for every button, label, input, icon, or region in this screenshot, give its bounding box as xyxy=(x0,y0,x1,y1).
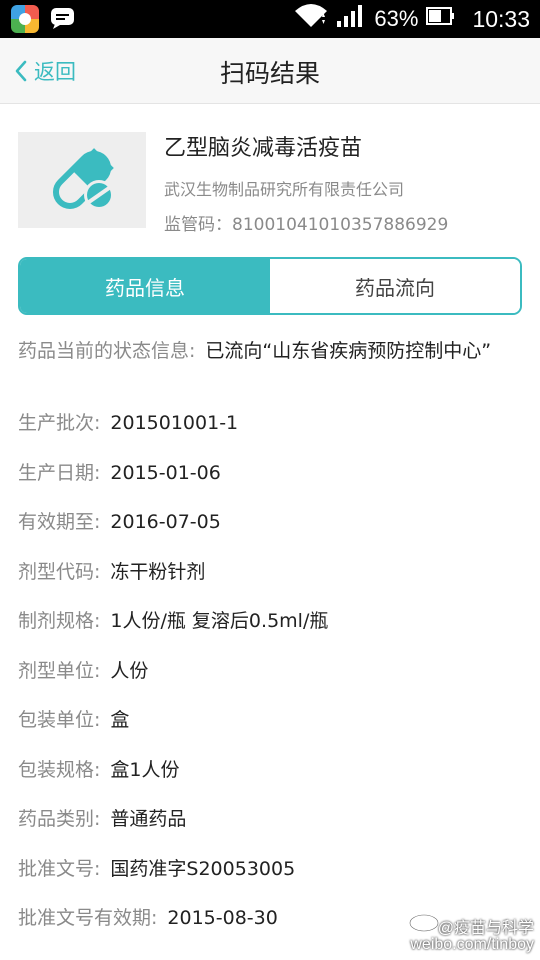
detail-row-package-unit: 包装单位: 盒 xyxy=(18,707,522,757)
detail-key: 生产批次: xyxy=(18,412,101,434)
message-icon xyxy=(49,6,76,30)
detail-value: 已流向“山东省疾病预防控制中心” xyxy=(205,340,492,362)
supervision-code: 监管码：81001041010357886929 xyxy=(164,215,449,235)
detail-row-approval-number: 批准文号: 国药准字S20053005 xyxy=(18,856,522,906)
detail-row-expiry: 有效期至: 2016-07-05 xyxy=(18,509,522,559)
detail-key: 生产日期: xyxy=(18,461,101,484)
battery-icon xyxy=(426,5,456,33)
pill-icon xyxy=(52,148,114,210)
detail-key: 制剂规格: xyxy=(18,610,101,632)
title-bar: 返回 扫码结果 xyxy=(0,38,540,104)
detail-row-production-date: 生产日期: 2015-01-06 xyxy=(18,460,522,510)
product-thumbnail xyxy=(18,132,146,228)
detail-value: 普通药品 xyxy=(110,808,187,830)
detail-value: 冻干粉针剂 xyxy=(110,560,206,583)
battery-percent: 63% xyxy=(374,6,419,31)
detail-row-dosage-unit: 剂型单位: 人份 xyxy=(18,658,522,708)
detail-row-dosage-form: 剂型代码: 冻干粉针剂 xyxy=(18,559,522,609)
detail-value: 2016-07-05 xyxy=(110,511,221,533)
detail-row-category: 药品类别: 普通药品 xyxy=(18,806,522,856)
detail-value: 人份 xyxy=(110,659,149,682)
detail-row-status: 药品当前的状态信息: 已流向“山东省疾病预防控制中心” xyxy=(18,338,522,410)
detail-row-batch: 生产批次: 201501001-1 xyxy=(18,410,522,460)
detail-key: 包装单位: xyxy=(18,709,101,731)
detail-key: 药品当前的状态信息: xyxy=(18,340,196,362)
detail-list: 药品当前的状态信息: 已流向“山东省疾病预防控制中心” 生产批次: 201501… xyxy=(18,338,522,945)
page-title: 扫码结果 xyxy=(219,59,320,88)
detail-value: 国药准字S20053005 xyxy=(110,857,296,880)
detail-value: 1人份/瓶 复溶后0.5ml/瓶 xyxy=(110,610,329,632)
signal-icon xyxy=(336,3,366,35)
clock: 10:33 xyxy=(472,5,530,32)
detail-key: 批准文号有效期: xyxy=(18,907,158,929)
product-company: 武汉生物制品研究所有限责任公司 xyxy=(164,180,405,199)
detail-value: 盒1人份 xyxy=(110,758,180,781)
detail-key: 有效期至: xyxy=(18,511,101,533)
detail-key: 药品类别: xyxy=(18,808,101,830)
detail-value: 201501001-1 xyxy=(110,412,239,434)
detail-value: 2015-08-30 xyxy=(167,907,278,929)
detail-key: 包装规格: xyxy=(18,758,101,781)
detail-value: 2015-01-06 xyxy=(110,461,221,484)
detail-row-package-spec: 包装规格: 盒1人份 xyxy=(18,757,522,807)
detail-row-specification: 制剂规格: 1人份/瓶 复溶后0.5ml/瓶 xyxy=(18,608,522,658)
detail-value: 盒 xyxy=(110,709,130,731)
detail-key: 批准文号: xyxy=(18,857,101,880)
tab-drug-flow[interactable]: 药品流向 xyxy=(270,259,520,313)
detail-key: 剂型单位: xyxy=(18,659,101,682)
app-launcher-icon xyxy=(11,5,39,33)
product-name: 乙型脑炎减毒活疫苗 xyxy=(164,136,363,161)
status-bar: 63% 10:33 xyxy=(0,0,540,38)
watermark-url: weibo.com/tinboy xyxy=(410,936,534,953)
detail-key: 剂型代码: xyxy=(18,560,101,583)
tab-bar: 药品信息 药品流向 xyxy=(18,257,522,315)
wifi-icon xyxy=(294,3,328,35)
watermark-account: @疫苗与科学 xyxy=(437,920,534,937)
tab-drug-info[interactable]: 药品信息 xyxy=(20,259,270,313)
